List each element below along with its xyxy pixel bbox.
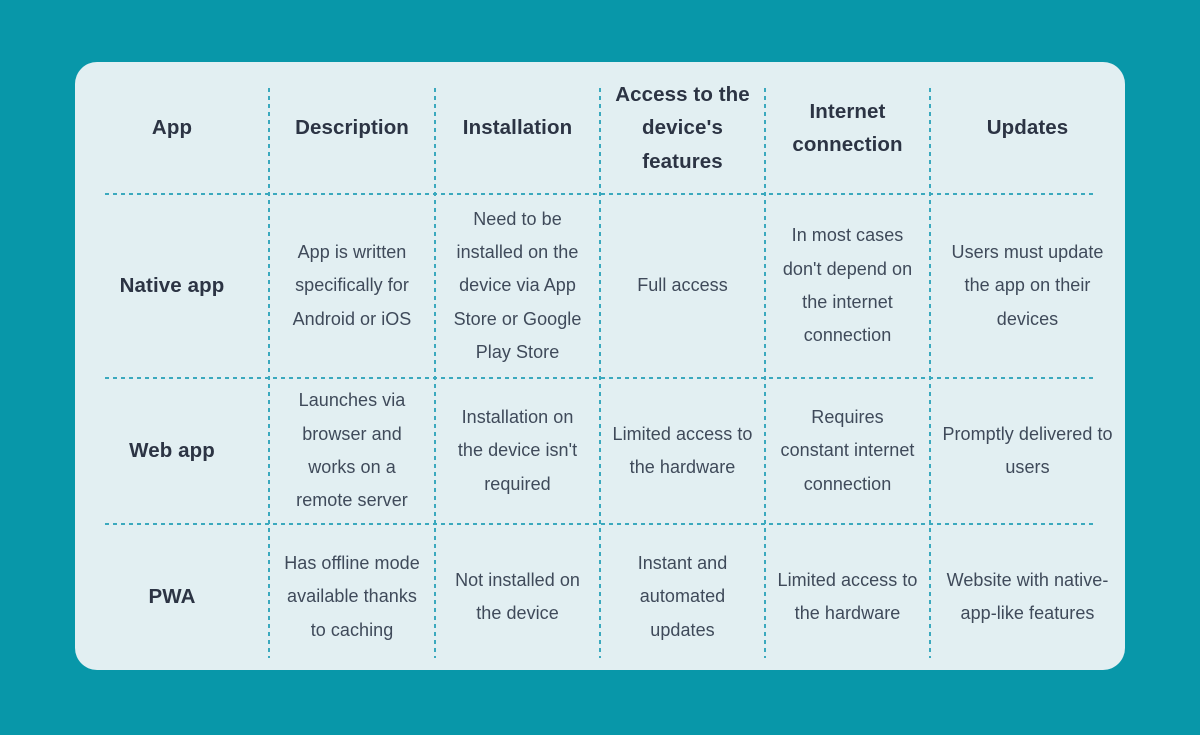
cell-native-app-device-features: Full access (637, 275, 728, 296)
cell-web-app-internet: Requires constant internet connection (780, 407, 915, 494)
row-header-native-app: Native app (119, 273, 225, 297)
cell-pwa-updates: Website with native-app-like features (946, 569, 1109, 623)
row-header-web-app: Web app (129, 438, 215, 462)
cell-web-app-device-features: Limited access to the hardware (612, 423, 753, 477)
comparison-table-card: App Description Installation Access to t… (75, 62, 1125, 670)
cell-web-app-updates: Promptly delivered to users (942, 423, 1113, 477)
cell-web-app-description: Launches via browser and works on a remo… (296, 390, 408, 511)
column-header-installation: Installation (462, 116, 573, 140)
cell-pwa-description: Has offline mode available thanks to cac… (284, 553, 420, 640)
cell-native-app-updates: Users must update the app on their devic… (951, 242, 1104, 329)
column-header-app: App (151, 116, 193, 140)
cell-native-app-installation: Need to be installed on the device via A… (453, 208, 582, 362)
cell-pwa-internet: Limited access to the hardware (777, 569, 918, 623)
column-header-device-features: Access to the device's features (615, 83, 750, 173)
cell-native-app-internet: In most cases don't depend on the intern… (782, 225, 913, 346)
column-header-updates: Updates (986, 116, 1069, 140)
cell-web-app-installation: Installation on the device isn't require… (457, 407, 578, 494)
column-header-internet-connection: Internet connection (792, 99, 903, 156)
cell-pwa-installation: Not installed on the device (455, 569, 580, 623)
row-header-pwa: PWA (148, 584, 196, 608)
cell-native-app-description: App is written specifically for Android … (292, 242, 412, 329)
column-header-description: Description (295, 116, 409, 140)
cell-pwa-device-features: Instant and automated updates (637, 553, 728, 640)
app-type-comparison-table: App Description Installation Access to t… (75, 62, 1125, 670)
